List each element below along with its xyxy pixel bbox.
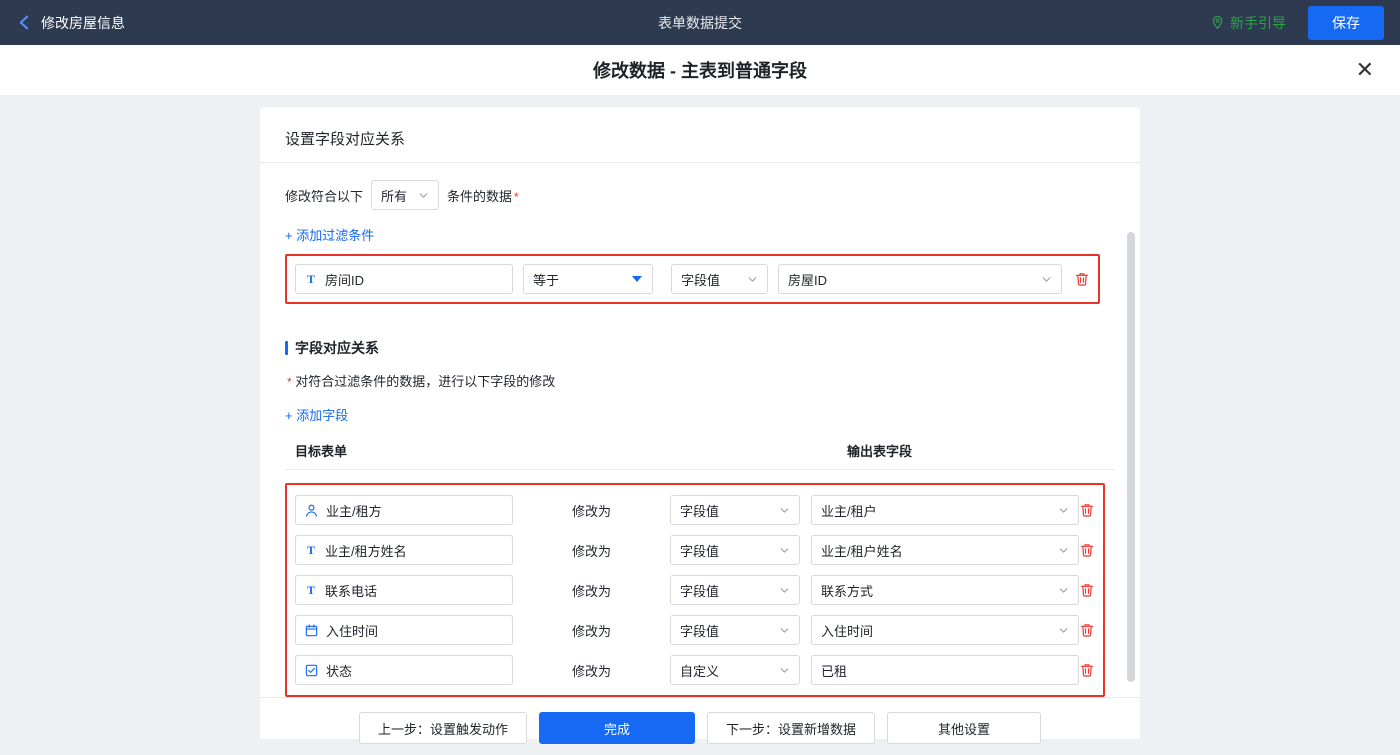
chevron-down-icon	[778, 504, 791, 517]
add-field-link[interactable]: + 添加字段	[285, 405, 348, 424]
field-mapping-card: 设置字段对应关系 修改符合以下 所有 条件的数据* + 添加过滤条件 T	[260, 107, 1140, 739]
chevron-down-icon	[778, 624, 791, 637]
filter-operator-select[interactable]: 等于	[523, 264, 653, 294]
delete-row-icon[interactable]	[1079, 622, 1095, 638]
chevron-down-icon	[1040, 273, 1053, 286]
filter-field-value: 房间ID	[325, 270, 364, 289]
scrollbar-thumb[interactable]	[1127, 232, 1135, 682]
chevron-down-icon	[1057, 544, 1070, 557]
mapping-row: 业主/租方 修改为 字段值 业主/租户	[295, 495, 1095, 525]
topbar: 修改房屋信息 表单数据提交 新手引导 保存	[0, 0, 1400, 45]
filter-operator-value: 等于	[533, 270, 559, 289]
required-asterisk: *	[514, 190, 519, 204]
output-field-select[interactable]: 联系方式	[811, 575, 1079, 605]
topbar-title: 表单数据提交	[0, 13, 1400, 33]
value-type-select[interactable]: 字段值	[670, 535, 800, 565]
chevron-down-icon	[778, 544, 791, 557]
delete-row-icon[interactable]	[1079, 502, 1095, 518]
other-settings-button[interactable]: 其他设置	[887, 712, 1041, 744]
target-field-input[interactable]: T 联系电话	[295, 575, 513, 605]
filter-suffix-label: 条件的数据*	[447, 186, 519, 205]
mapping-columns-header: 目标表单 输出表字段	[285, 441, 1115, 460]
back-label[interactable]: 修改房屋信息	[41, 13, 125, 33]
value-type-select[interactable]: 自定义	[670, 655, 800, 685]
modify-label: 修改为	[513, 661, 670, 680]
custom-value-input[interactable]: 已租	[811, 655, 1079, 685]
filter-row: T 房间ID 等于 字段值 房屋ID	[295, 264, 1090, 294]
mapping-row: T 联系电话 修改为 字段值 联系方式	[295, 575, 1095, 605]
filter-conditions-box: T 房间ID 等于 字段值 房屋ID	[285, 254, 1100, 304]
chevron-down-icon	[778, 584, 791, 597]
output-field-select[interactable]: 业主/租户	[811, 495, 1079, 525]
field-mapping-description: * 对符合过滤条件的数据，进行以下字段的修改	[285, 371, 1115, 390]
filter-scope-select[interactable]: 所有	[371, 180, 439, 210]
filter-scope-value: 所有	[381, 186, 407, 205]
filter-field-input[interactable]: T 房间ID	[295, 264, 513, 294]
filter-value-type-select[interactable]: 字段值	[671, 264, 768, 294]
location-pin-icon	[1210, 15, 1225, 30]
calendar-icon	[304, 623, 319, 638]
beginner-guide-label: 新手引导	[1230, 13, 1286, 33]
done-button[interactable]: 完成	[539, 712, 695, 744]
section-accent-bar	[285, 341, 288, 355]
divider	[285, 469, 1115, 470]
output-field-select[interactable]: 业主/租户姓名	[811, 535, 1079, 565]
dialog-body: 设置字段对应关系 修改符合以下 所有 条件的数据* + 添加过滤条件 T	[0, 95, 1400, 755]
field-mapping-box: 业主/租方 修改为 字段值 业主/租户 T	[285, 483, 1105, 697]
prev-step-button[interactable]: 上一步：设置触发动作	[359, 712, 527, 744]
delete-row-icon[interactable]	[1079, 582, 1095, 598]
modify-label: 修改为	[513, 581, 670, 600]
value-type-select[interactable]: 字段值	[670, 495, 800, 525]
checkbox-icon	[304, 663, 319, 678]
delete-row-icon[interactable]	[1079, 662, 1095, 678]
filter-value-select[interactable]: 房屋ID	[778, 264, 1062, 294]
chevron-down-icon	[1057, 584, 1070, 597]
section-title-setup: 设置字段对应关系	[260, 107, 1140, 162]
filter-condition-line: 修改符合以下 所有 条件的数据*	[285, 180, 1115, 210]
caret-down-icon	[632, 276, 642, 282]
mapping-row: T 业主/租方姓名 修改为 字段值 业主/租户姓名	[295, 535, 1095, 565]
mapping-row: 状态 修改为 自定义 已租	[295, 655, 1095, 685]
modify-label: 修改为	[513, 541, 670, 560]
dialog-header: 修改数据 - 主表到普通字段 ✕	[0, 45, 1400, 95]
close-icon[interactable]: ✕	[1356, 59, 1374, 81]
add-filter-link[interactable]: + 添加过滤条件	[285, 225, 374, 244]
mapping-row: 入住时间 修改为 字段值 入住时间	[295, 615, 1095, 645]
save-button[interactable]: 保存	[1308, 6, 1384, 40]
chevron-down-icon	[778, 664, 791, 677]
back-chevron-icon[interactable]	[16, 14, 33, 31]
column-target-form: 目标表单	[295, 441, 347, 460]
output-field-select[interactable]: 入住时间	[811, 615, 1079, 645]
delete-row-icon[interactable]	[1079, 542, 1095, 558]
value-type-select[interactable]: 字段值	[670, 615, 800, 645]
section-title-field-mapping: 字段对应关系	[285, 338, 1115, 358]
card-footer: 上一步：设置触发动作 完成 下一步：设置新增数据 其他设置	[260, 697, 1140, 755]
next-step-button[interactable]: 下一步：设置新增数据	[707, 712, 875, 744]
target-field-input[interactable]: 状态	[295, 655, 513, 685]
filter-prefix-label: 修改符合以下	[285, 186, 363, 205]
modify-label: 修改为	[513, 621, 670, 640]
target-field-input[interactable]: 业主/租方	[295, 495, 513, 525]
column-output-field: 输出表字段	[847, 441, 912, 460]
value-type-select[interactable]: 字段值	[670, 575, 800, 605]
text-field-icon: T	[304, 543, 318, 558]
beginner-guide-link[interactable]: 新手引导	[1210, 13, 1286, 33]
modify-label: 修改为	[513, 501, 670, 520]
dialog-title: 修改数据 - 主表到普通字段	[593, 57, 807, 83]
target-field-input[interactable]: T 业主/租方姓名	[295, 535, 513, 565]
chevron-down-icon	[417, 189, 430, 202]
text-field-icon: T	[304, 272, 318, 287]
text-field-icon: T	[304, 583, 318, 598]
chevron-down-icon	[1057, 624, 1070, 637]
target-field-input[interactable]: 入住时间	[295, 615, 513, 645]
chevron-down-icon	[746, 273, 759, 286]
delete-filter-icon[interactable]	[1074, 271, 1090, 287]
chevron-down-icon	[1057, 504, 1070, 517]
user-icon	[304, 503, 319, 518]
back-nav[interactable]: 修改房屋信息	[16, 13, 125, 33]
